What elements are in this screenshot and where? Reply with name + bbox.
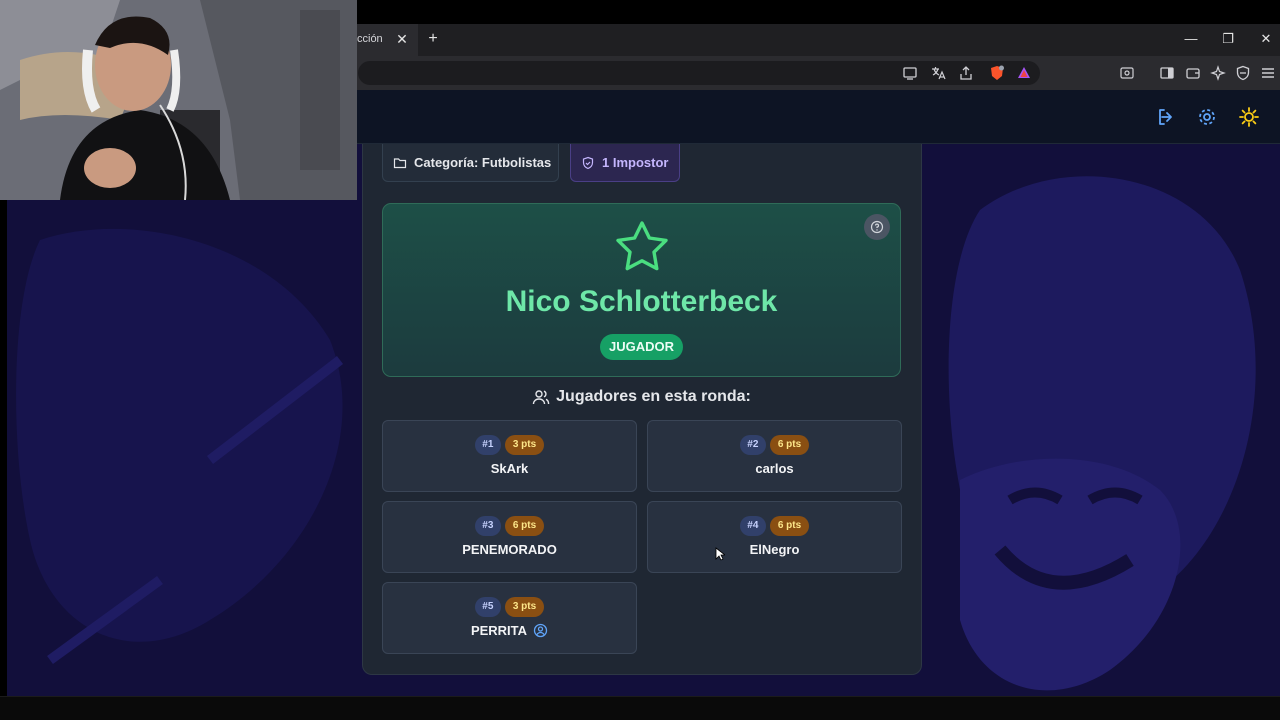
help-button[interactable] bbox=[864, 214, 890, 240]
player-points: 6 pts bbox=[769, 435, 810, 455]
star-icon bbox=[616, 221, 668, 271]
player-points: 6 pts bbox=[504, 516, 545, 536]
close-window-button[interactable]: ✕ bbox=[1255, 29, 1277, 49]
leo-ai-icon[interactable] bbox=[1210, 65, 1226, 81]
webcam-image bbox=[0, 0, 357, 200]
players-heading: Jugadores en esta ronda: bbox=[382, 386, 901, 408]
player-number: #2 bbox=[739, 435, 766, 455]
brave-rewards-icon[interactable] bbox=[1016, 65, 1032, 81]
cast-icon[interactable] bbox=[902, 65, 918, 81]
folder-icon bbox=[393, 157, 407, 168]
player-name: PENEMORADO bbox=[462, 542, 557, 557]
player-card: #4 6 pts ElNegro bbox=[647, 501, 902, 573]
tab-close-icon[interactable]: ✕ bbox=[394, 30, 410, 48]
player-number: #1 bbox=[474, 435, 501, 455]
player-points: 3 pts bbox=[504, 435, 545, 455]
share-icon[interactable] bbox=[958, 65, 974, 81]
users-icon bbox=[532, 390, 550, 405]
brave-shield-icon[interactable] bbox=[989, 65, 1005, 81]
player-name: ElNegro bbox=[749, 542, 800, 557]
player-card: #3 6 pts PENEMORADO bbox=[382, 501, 637, 573]
player-name: PERRITA bbox=[470, 623, 528, 638]
impostor-count-badge: 1 Impostor bbox=[570, 144, 680, 182]
mouse-cursor-icon bbox=[715, 547, 725, 561]
impostor-count-label: 1 Impostor bbox=[602, 155, 669, 170]
logout-button[interactable] bbox=[1152, 103, 1180, 131]
sidebar-icon[interactable] bbox=[1159, 65, 1175, 81]
players-title: Jugadores en esta ronda: bbox=[556, 388, 751, 405]
theme-toggle-button[interactable] bbox=[1235, 103, 1263, 131]
sun-icon bbox=[1239, 107, 1259, 127]
category-label: Categoría: Futbolistas bbox=[414, 155, 552, 170]
search-tabs-icon[interactable] bbox=[1119, 65, 1135, 81]
player-points: 6 pts bbox=[769, 516, 810, 536]
tab-title[interactable]: cción bbox=[357, 33, 383, 45]
theater-masks-decoration bbox=[948, 176, 1256, 691]
shield-icon bbox=[582, 156, 594, 169]
webcam-overlay bbox=[0, 0, 357, 200]
player-card: #5 3 pts PERRITA bbox=[382, 582, 637, 654]
menu-icon[interactable] bbox=[1260, 65, 1276, 81]
logout-icon bbox=[1159, 109, 1172, 125]
player-number: #5 bbox=[474, 597, 501, 617]
translate-icon[interactable] bbox=[930, 65, 946, 81]
help-icon bbox=[870, 220, 884, 234]
bottom-bar bbox=[0, 696, 1280, 720]
category-badge: Categoría: Futbolistas bbox=[382, 144, 559, 182]
background-decoration bbox=[16, 228, 344, 665]
gear-icon bbox=[1199, 109, 1215, 125]
secret-word: Nico Schlotterbeck bbox=[505, 285, 778, 318]
player-card: #1 3 pts SkArk bbox=[382, 420, 637, 492]
current-user-icon bbox=[533, 623, 548, 638]
settings-button[interactable] bbox=[1193, 103, 1221, 131]
minimize-button[interactable]: — bbox=[1180, 29, 1202, 49]
player-card: #2 6 pts carlos bbox=[647, 420, 902, 492]
restore-button[interactable]: ❐ bbox=[1217, 29, 1239, 49]
player-name: SkArk bbox=[490, 461, 529, 476]
left-edge bbox=[0, 200, 7, 696]
new-tab-button[interactable]: + bbox=[424, 30, 442, 48]
player-number: #4 bbox=[739, 516, 766, 536]
vpn-icon[interactable] bbox=[1235, 65, 1251, 81]
role-badge: JUGADOR bbox=[600, 334, 683, 360]
player-name: carlos bbox=[755, 461, 794, 476]
player-points: 3 pts bbox=[504, 597, 545, 617]
player-number: #3 bbox=[474, 516, 501, 536]
wallet-icon[interactable] bbox=[1185, 65, 1201, 81]
